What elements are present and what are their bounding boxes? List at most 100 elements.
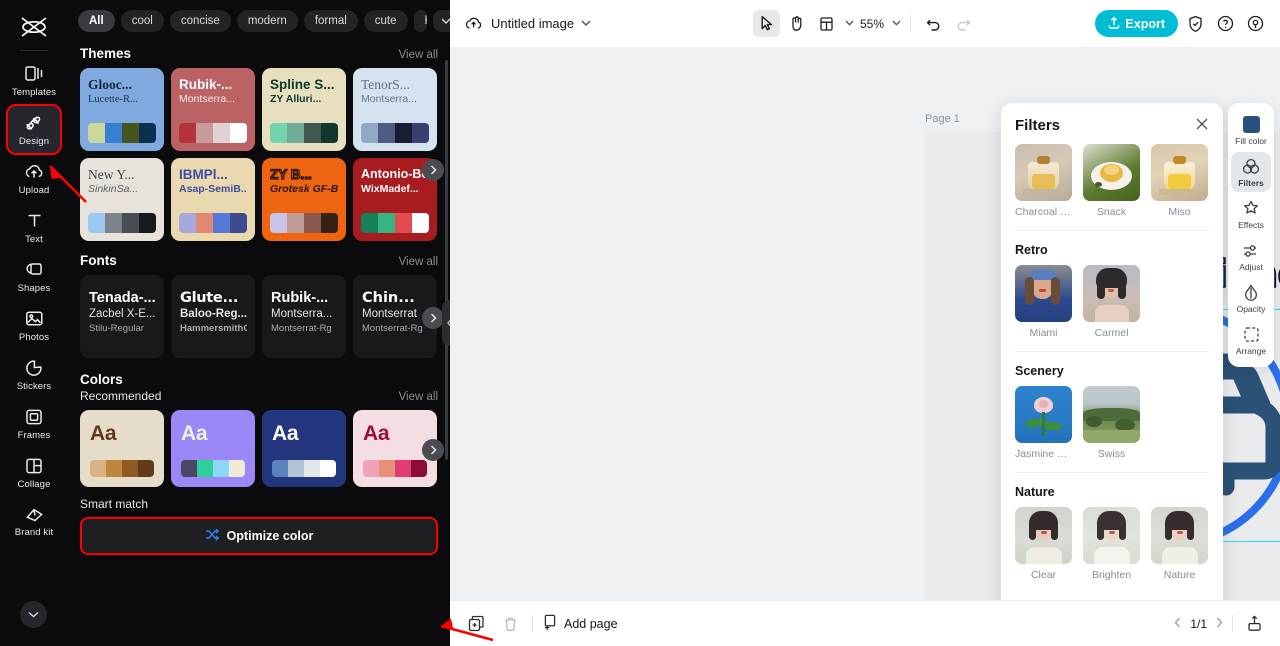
- font-card[interactable]: Glute... Baloo-Reg... HammersmithOn...: [171, 275, 255, 358]
- filter-item[interactable]: Snack: [1083, 144, 1140, 218]
- theme-card[interactable]: Glooc... Lucette-R...: [80, 68, 164, 151]
- theme-swatches: [361, 123, 429, 143]
- theme-card[interactable]: New Y... SinkinSa...: [80, 158, 164, 241]
- filters-body[interactable]: Charcoal fir... Snack Miso Retro Miami C…: [1001, 142, 1223, 600]
- chevron-right-icon[interactable]: [1216, 616, 1223, 631]
- settings-icon[interactable]: [1242, 11, 1268, 37]
- filter-item[interactable]: Clear: [1015, 507, 1072, 581]
- cake-thumb-1: [1015, 144, 1072, 201]
- filter-item[interactable]: Nature: [1151, 507, 1208, 581]
- theme-card[interactable]: IBMPl... Asap-SemiB...: [171, 158, 255, 241]
- font-card-line3: HammersmithOn...: [180, 323, 247, 334]
- filter-item[interactable]: Charcoal fir...: [1015, 144, 1072, 218]
- chevron-down-icon[interactable]: [845, 18, 854, 29]
- document-title[interactable]: Untitled image: [491, 16, 574, 31]
- layout-tool-button[interactable]: [813, 10, 840, 37]
- right-item-opacity[interactable]: Opacity: [1231, 278, 1271, 318]
- hand-tool-button[interactable]: [783, 10, 810, 37]
- optimize-color-button[interactable]: Optimize color: [80, 517, 438, 555]
- close-icon[interactable]: [1195, 117, 1209, 134]
- theme-card[interactable]: TenorS... Montserra...: [353, 68, 437, 151]
- frames-icon: [25, 406, 43, 427]
- themes-view-all[interactable]: View all: [399, 49, 438, 61]
- duplicate-page-icon[interactable]: [464, 612, 488, 636]
- theme-card[interactable]: ZY B... Grotesk GF-B...: [262, 158, 346, 241]
- colors-view-all[interactable]: View all: [399, 391, 438, 403]
- shield-icon[interactable]: [1182, 11, 1208, 37]
- sidebar-item-label: Stickers: [16, 381, 52, 392]
- color-card-swatches: [272, 460, 336, 477]
- optimize-color-label: Optimize color: [226, 529, 314, 543]
- right-item-effects[interactable]: Effects: [1231, 194, 1271, 234]
- sidebar-item-design[interactable]: Design: [6, 104, 62, 155]
- right-tool-rail: Fill color Filters Effects Adjust Opacit…: [1228, 103, 1274, 367]
- color-card[interactable]: Aa: [262, 410, 346, 487]
- sidebar-item-text[interactable]: Text: [8, 204, 60, 251]
- export-small-icon[interactable]: [1242, 612, 1266, 636]
- capcut-logo-icon[interactable]: [14, 10, 54, 44]
- chip-modern[interactable]: modern: [236, 10, 298, 32]
- filter-group-row: Miami Carmel: [1015, 265, 1209, 339]
- chevron-left-icon[interactable]: [1174, 616, 1181, 631]
- chip-concise[interactable]: concise: [169, 10, 231, 32]
- sidebar-item-collage[interactable]: Collage: [8, 449, 60, 496]
- panel-scrollbar[interactable]: [445, 60, 448, 460]
- chip-all[interactable]: All: [78, 10, 115, 32]
- filter-item[interactable]: Miso: [1151, 144, 1208, 218]
- filter-item[interactable]: Jasmine Tea: [1015, 386, 1072, 460]
- sidebar-item-photos[interactable]: Photos: [8, 302, 60, 349]
- export-button[interactable]: Export: [1095, 10, 1178, 37]
- rail-divider: [20, 50, 48, 51]
- sidebar-item-upload[interactable]: Upload: [8, 155, 60, 202]
- font-card[interactable]: Tenada-... Zacbel X-E... Stilu-Regular: [80, 275, 164, 358]
- chevron-down-icon[interactable]: [432, 10, 450, 32]
- main-area: Untitled image 55% Export Page 1 Filters…: [450, 0, 1280, 646]
- panel-collapse-button[interactable]: [442, 300, 450, 346]
- font-card[interactable]: Rubik-... Montserra... Montserrat-Rg: [262, 275, 346, 358]
- colors-section-header: Colors: [68, 358, 450, 389]
- filter-item[interactable]: Miami: [1015, 265, 1072, 339]
- fonts-view-all[interactable]: View all: [399, 256, 438, 268]
- sidebar-item-shapes[interactable]: Shapes: [8, 253, 60, 300]
- theme-card[interactable]: Spline S... ZY Alluri...: [262, 68, 346, 151]
- help-icon[interactable]: [1212, 11, 1238, 37]
- theme-card-title: IBMPl...: [179, 167, 228, 182]
- color-card[interactable]: Aa: [80, 410, 164, 487]
- rail-expand-button[interactable]: [20, 601, 47, 628]
- chip-holiday[interactable]: Holida: [413, 10, 427, 32]
- fonts-next-button[interactable]: [422, 307, 444, 329]
- filter-item[interactable]: Brighten: [1083, 507, 1140, 581]
- chip-cool[interactable]: cool: [120, 10, 164, 32]
- undo-button[interactable]: [920, 10, 947, 37]
- canvas-area[interactable]: Page 1 Car Detailing: [450, 47, 1280, 600]
- shuffle-icon: [205, 528, 219, 544]
- colors-next-button[interactable]: [422, 439, 444, 461]
- themes-next-button[interactable]: [422, 159, 444, 181]
- chip-cute[interactable]: cute: [363, 10, 408, 32]
- filter-name: Miso: [1168, 206, 1191, 218]
- chevron-down-icon[interactable]: [892, 18, 901, 29]
- photos-icon: [25, 308, 44, 329]
- font-card-line2: Baloo-Reg...: [180, 308, 247, 320]
- add-page-button[interactable]: Add page: [543, 614, 618, 633]
- right-item-arrange[interactable]: Arrange: [1231, 320, 1271, 360]
- right-item-filters[interactable]: Filters: [1231, 152, 1271, 192]
- sidebar-item-frames[interactable]: Frames: [8, 400, 60, 447]
- sidebar-item-templates[interactable]: Templates: [8, 57, 60, 104]
- sidebar-item-brand-kit[interactable]: Brand kit: [8, 498, 60, 545]
- delete-page-icon[interactable]: [498, 612, 522, 636]
- right-item-fill-color[interactable]: Fill color: [1231, 110, 1271, 150]
- chip-formal[interactable]: formal: [303, 10, 358, 32]
- sidebar-item-stickers[interactable]: Stickers: [8, 351, 60, 398]
- cloud-save-icon[interactable]: [462, 13, 484, 35]
- theme-card[interactable]: Rubik-... Montserra...: [171, 68, 255, 151]
- adjust-icon: [1242, 241, 1260, 260]
- redo-button[interactable]: [950, 10, 977, 37]
- select-tool-button[interactable]: [752, 10, 780, 37]
- filter-item[interactable]: Swiss: [1083, 386, 1140, 460]
- filter-item[interactable]: Carmel: [1083, 265, 1140, 339]
- right-item-adjust[interactable]: Adjust: [1231, 236, 1271, 276]
- opacity-icon: [1243, 283, 1259, 302]
- chevron-down-icon[interactable]: [581, 18, 591, 29]
- color-card[interactable]: Aa: [171, 410, 255, 487]
